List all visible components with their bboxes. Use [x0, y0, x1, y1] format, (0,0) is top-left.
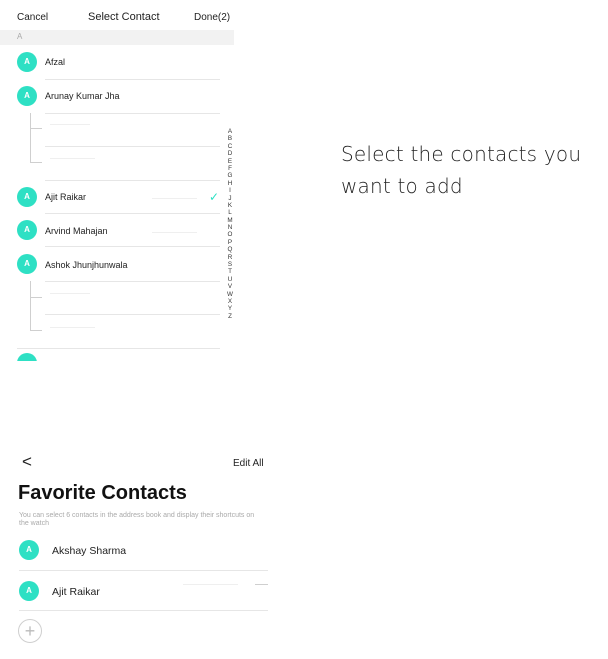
divider — [45, 180, 220, 181]
alphabet-letter[interactable]: N — [226, 224, 234, 231]
favorite-item-akshay-sharma[interactable]: A — [19, 540, 39, 560]
alphabet-index[interactable]: ABCDEFGHIJKLMNOPQRSTUVWXYZ — [226, 128, 234, 320]
section-header-a: A — [0, 30, 234, 45]
alphabet-letter[interactable]: S — [226, 261, 234, 268]
edit-all-button[interactable]: Edit All — [233, 458, 264, 469]
divider — [45, 79, 220, 80]
section-letter: A — [17, 32, 23, 41]
alphabet-letter[interactable]: O — [226, 231, 234, 238]
alphabet-letter[interactable]: M — [226, 217, 234, 224]
alphabet-letter[interactable]: J — [226, 195, 234, 202]
number-placeholder — [152, 198, 197, 199]
alphabet-letter[interactable]: T — [226, 268, 234, 275]
divider — [19, 570, 268, 571]
alphabet-letter[interactable]: G — [226, 172, 234, 179]
avatar: A — [17, 187, 37, 207]
contact-name: Arvind Mahajan — [45, 226, 108, 236]
sub-number-placeholder[interactable] — [50, 293, 90, 294]
alphabet-letter[interactable]: V — [226, 283, 234, 290]
avatar: A — [19, 540, 39, 560]
alphabet-letter[interactable]: Y — [226, 305, 234, 312]
favorite-name: Ajit Raikar — [52, 586, 100, 598]
alphabet-letter[interactable]: W — [226, 291, 234, 298]
caption-line: want to add — [341, 174, 463, 198]
divider — [45, 213, 220, 214]
contact-name: Afzal — [45, 57, 66, 67]
alphabet-letter[interactable]: K — [226, 202, 234, 209]
tree-connector — [30, 113, 31, 163]
alphabet-letter[interactable]: A — [226, 128, 234, 135]
partial-contact-row — [17, 353, 37, 361]
alphabet-letter[interactable]: B — [226, 135, 234, 142]
favorite-name: Akshay Sharma — [52, 545, 127, 557]
alphabet-letter[interactable]: X — [226, 298, 234, 305]
check-icon: ✓ — [209, 190, 220, 204]
divider — [45, 146, 220, 147]
alphabet-letter[interactable]: R — [226, 254, 234, 261]
alphabet-letter[interactable]: L — [226, 209, 234, 216]
tree-branch — [30, 297, 42, 298]
divider — [45, 246, 220, 247]
divider — [45, 314, 220, 315]
avatar: A — [17, 52, 37, 72]
alphabet-letter[interactable]: H — [226, 180, 234, 187]
caption: Select the contacts you want to add — [341, 138, 581, 202]
description-text: You can select 6 contacts in the address… — [19, 512, 255, 527]
contact-row-arunay-kumar-jha[interactable]: A — [17, 86, 37, 106]
sub-number-placeholder[interactable] — [50, 124, 90, 125]
alphabet-letter[interactable]: Z — [226, 313, 234, 320]
contact-name: Ashok Jhunjhunwala — [45, 260, 128, 270]
favorite-item-ajit-raikar[interactable]: A — [19, 581, 39, 601]
tree-branch — [30, 162, 42, 163]
avatar: A — [17, 86, 37, 106]
contact-name: Ajit Raikar — [45, 192, 87, 202]
avatar: A — [17, 254, 37, 274]
number-placeholder — [152, 232, 197, 233]
contact-row-afzal[interactable]: A — [17, 52, 37, 72]
remove-line — [255, 584, 268, 585]
divider — [45, 113, 220, 114]
alphabet-letter[interactable]: I — [226, 187, 234, 194]
contact-row-ashok-jhunjhunwala[interactable]: A — [17, 254, 37, 274]
alphabet-letter[interactable]: F — [226, 165, 234, 172]
cancel-button[interactable]: Cancel — [17, 12, 48, 23]
sub-number-placeholder[interactable] — [50, 327, 95, 328]
divider — [45, 281, 220, 282]
done-button[interactable]: Done(2) — [194, 12, 230, 23]
avatar: A — [19, 581, 39, 601]
number-placeholder — [183, 584, 238, 585]
alphabet-letter[interactable]: U — [226, 276, 234, 283]
contact-row-arvind-mahajan[interactable]: A — [17, 220, 37, 240]
alphabet-letter[interactable]: E — [226, 158, 234, 165]
avatar: A — [17, 220, 37, 240]
tree-connector — [30, 281, 31, 331]
back-icon[interactable]: < — [22, 452, 32, 472]
alphabet-letter[interactable]: Q — [226, 246, 234, 253]
divider — [19, 610, 268, 611]
caption-line: Select the contacts you — [341, 142, 582, 166]
page-title: Favorite Contacts — [18, 482, 187, 504]
contact-name: Arunay Kumar Jha — [45, 91, 120, 101]
sub-number-placeholder[interactable] — [50, 158, 95, 159]
tree-branch — [30, 128, 42, 129]
alphabet-letter[interactable]: P — [226, 239, 234, 246]
divider — [17, 348, 220, 349]
add-contact-button[interactable]: + — [18, 619, 42, 643]
tree-branch — [30, 330, 42, 331]
alphabet-letter[interactable]: C — [226, 143, 234, 150]
alphabet-letter[interactable]: D — [226, 150, 234, 157]
screen-title: Select Contact — [88, 11, 160, 23]
contact-row-ajit-raikar[interactable]: A — [17, 187, 37, 207]
